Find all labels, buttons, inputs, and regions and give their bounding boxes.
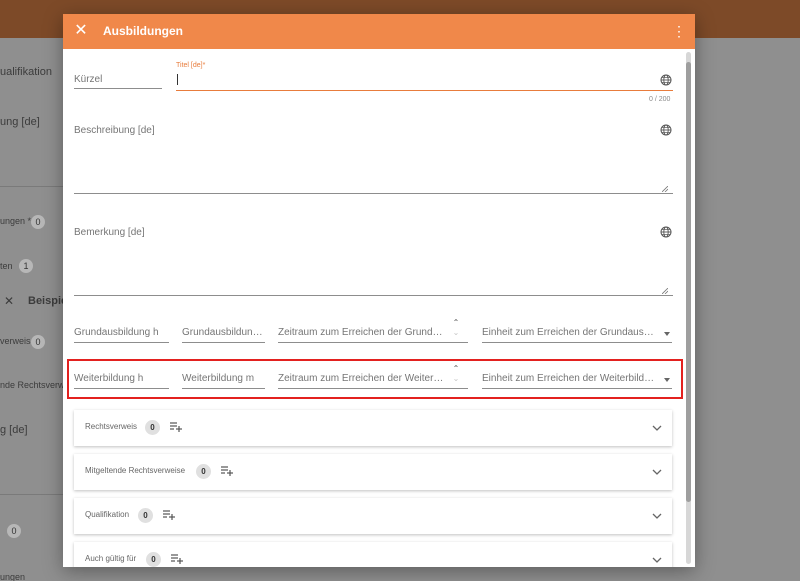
grundausbildung-period-input[interactable]: Zeitraum zum Erreichen der Grundaus... ⌃… [278,319,468,343]
bg-text-g-de: g [de] [0,424,28,436]
weiterbildung-hours-input[interactable]: Weiterbildung h [74,372,169,389]
field-underline [182,388,265,389]
kuerzel-underline [74,88,162,89]
resize-handle-icon[interactable] [662,186,668,192]
panel-qualifikation[interactable]: Qualifikation 0 [74,498,672,534]
bemerkung-label: Bemerkung [de] [74,227,145,238]
beschreibung-textarea[interactable]: Beschreibung [de] [74,124,673,194]
panel-mitgeltende-rechtsverweise[interactable]: Mitgeltende Rechtsverweise 0 [74,454,672,490]
grundausbildung-unit-label: Einheit zum Erreichen der Grundausbild..… [482,327,657,338]
count-badge: 0 [146,552,161,567]
panel-label: Qualifikation [85,510,130,519]
dialog-title: Ausbildungen [103,24,183,38]
scrollbar-thumb[interactable] [686,62,691,502]
stepper-down-icon[interactable]: ⌄ [452,329,460,337]
titel-underline [176,90,673,91]
panel-label: Auch gültig für [85,554,137,563]
chevron-down-icon[interactable] [652,556,662,564]
bemerkung-underline [74,295,673,296]
weiterbildung-unit-select[interactable]: Einheit zum Erreichen der Weiterbildung [482,372,672,389]
grundausbildung-period-label: Zeitraum zum Erreichen der Grundaus... [278,327,448,338]
field-underline [278,342,468,343]
bg-badge: 0 [31,335,45,349]
playlist-add-icon[interactable] [171,553,183,565]
bg-text-ten: ten [0,261,13,271]
playlist-add-icon[interactable] [170,421,182,433]
beschreibung-label: Beschreibung [de] [74,125,155,136]
grundausbildung-minutes-input[interactable]: Grundausbildung m [182,326,265,343]
ausbildungen-dialog: ✕ Ausbildungen ⋮ Kürzel Titel [de]* 0 / … [63,14,695,567]
stepper-up-icon[interactable]: ⌃ [452,365,460,373]
dropdown-arrow-icon[interactable] [664,378,670,382]
field-underline [278,388,468,389]
panel-auch-gueltig-fuer[interactable]: Auch gültig für 0 [74,542,672,567]
bg-text-rechtsverw: nde Rechtsverw [0,380,65,390]
text-cursor [177,74,178,85]
stepper-up-icon[interactable]: ⌃ [452,319,460,327]
bg-close-icon: ✕ [4,294,15,308]
bemerkung-textarea[interactable]: Bemerkung [de] [74,226,673,296]
field-underline [74,388,169,389]
grundausbildung-hours-input[interactable]: Grundausbildung h [74,326,169,343]
dialog-scrollbar[interactable] [686,52,691,564]
close-icon[interactable]: ✕ [72,22,90,40]
language-globe-icon[interactable] [660,74,672,86]
count-badge: 0 [196,464,211,479]
grundausbildung-unit-select[interactable]: Einheit zum Erreichen der Grundausbild..… [482,326,672,343]
stepper-down-icon[interactable]: ⌄ [452,375,460,383]
language-globe-icon[interactable] [660,226,672,238]
weiterbildung-minutes-input[interactable]: Weiterbildung m [182,372,265,389]
panel-rechtsverweis[interactable]: Rechtsverweis 0 [74,410,672,446]
playlist-add-icon[interactable] [163,509,175,521]
chevron-down-icon[interactable] [652,468,662,476]
bg-text-ungen: ungen * [0,216,32,226]
bg-divider [0,494,63,495]
grundausbildung-minutes-label: Grundausbildung m [182,327,265,338]
panel-label: Mitgeltende Rechtsverweise [85,466,186,475]
bg-badge: 1 [19,259,33,273]
field-underline [182,342,265,343]
resize-handle-icon[interactable] [662,288,668,294]
weiterbildung-period-label: Zeitraum zum Erreichen der Weiterbil... [278,373,448,384]
field-underline [482,342,672,343]
dropdown-arrow-icon[interactable] [664,332,670,336]
bg-text-verweis: verweis [0,336,31,346]
kuerzel-field[interactable]: Kürzel [74,72,162,90]
language-globe-icon[interactable] [660,124,672,136]
chevron-down-icon[interactable] [652,512,662,520]
field-underline [482,388,672,389]
bg-text-bezeichnung: ung [de] [0,116,40,128]
more-vert-icon[interactable]: ⋮ [672,22,686,40]
titel-label: Titel [de]* [176,62,206,69]
beschreibung-underline [74,193,673,194]
bg-text-ungen-2: ungen [0,572,26,581]
panel-label: Rechtsverweis [85,422,138,431]
weiterbildung-minutes-label: Weiterbildung m [182,373,255,384]
field-underline [74,342,169,343]
titel-field[interactable]: Titel [de]* [176,62,673,92]
count-badge: 0 [145,420,160,435]
chevron-down-icon[interactable] [652,424,662,432]
bg-badge: 0 [7,524,21,538]
grundausbildung-hours-label: Grundausbildung h [74,327,159,338]
count-badge: 0 [138,508,153,523]
playlist-add-icon[interactable] [221,465,233,477]
weiterbildung-unit-label: Einheit zum Erreichen der Weiterbildung [482,373,657,384]
dialog-header: ✕ Ausbildungen ⋮ [63,14,695,49]
bg-divider [0,186,63,187]
kuerzel-placeholder: Kürzel [74,74,103,85]
weiterbildung-hours-label: Weiterbildung h [74,373,144,384]
weiterbildung-period-input[interactable]: Zeitraum zum Erreichen der Weiterbil... … [278,365,468,389]
bg-text-qualifikation: ualifikation [0,66,52,78]
titel-char-counter: 0 / 200 [649,96,671,103]
bg-badge: 0 [31,215,45,229]
